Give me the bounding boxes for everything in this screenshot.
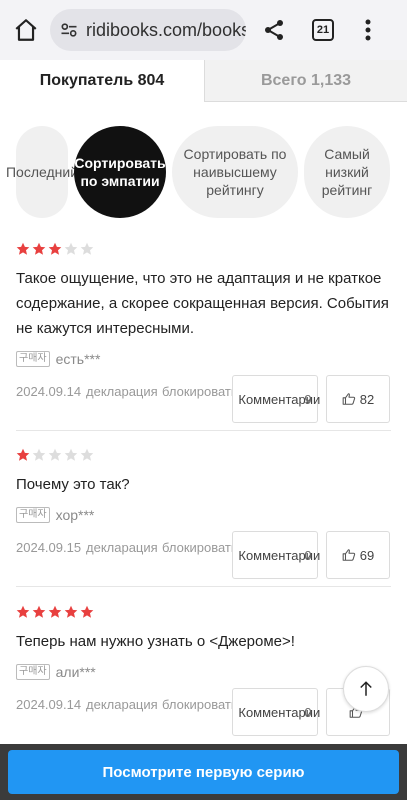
star-rating [16, 448, 391, 462]
sort-highest-rating-chip[interactable]: Сортировать по наивысшему рейтингу [172, 126, 298, 218]
buyer-badge: 구매자 [16, 351, 50, 367]
star-filled-icon [32, 242, 46, 256]
more-vert-icon[interactable] [356, 16, 380, 44]
tab-all[interactable]: Всего 1,133 [204, 60, 407, 102]
site-settings-icon[interactable] [58, 19, 80, 41]
comments-label: Комментарии [238, 547, 321, 563]
home-icon[interactable] [11, 15, 41, 45]
review-text: Почему это так? [16, 476, 130, 493]
comments-button[interactable]: Комментарии 0 [232, 688, 321, 736]
report-link[interactable]: декларация [86, 383, 158, 400]
comments-label: Комментарии [238, 391, 321, 407]
review-text: Такое ощущение, что это не адаптация и н… [16, 270, 389, 337]
star-filled-icon [16, 242, 30, 256]
sort-options: Последний Сортировать по эмпатии Сортиро… [6, 126, 390, 218]
like-count: 69 [359, 547, 375, 563]
review-author: 구매자 есть*** [16, 349, 391, 369]
block-link[interactable]: блокировать [162, 539, 238, 556]
review-item: Такое ощущение, что это не адаптация и н… [16, 242, 391, 423]
star-empty-icon [80, 242, 94, 256]
buyer-badge: 구매자 [16, 507, 50, 523]
like-button[interactable]: 69 [326, 531, 390, 579]
star-filled-icon [16, 448, 30, 462]
review-date: 2024.09.14 [16, 384, 82, 399]
review-item: Теперь нам нужно узнать о <Джероме>! 구매자… [16, 605, 391, 736]
star-empty-icon [64, 242, 78, 256]
scroll-top-button[interactable] [343, 666, 389, 712]
star-filled-icon [64, 605, 78, 619]
report-link[interactable]: декларация [86, 696, 158, 713]
like-count: 82 [359, 391, 375, 407]
comments-button[interactable]: Комментарии 9 [232, 375, 321, 423]
review-date: 2024.09.15 [16, 540, 82, 555]
review-text: Теперь нам нужно узнать о <Джероме>! [16, 633, 295, 650]
thumb-up-icon [342, 393, 355, 405]
tab-buyers[interactable]: Покупатель 804 [0, 60, 204, 102]
share-icon[interactable] [260, 16, 288, 44]
star-empty-icon [32, 448, 46, 462]
review-item: Почему это так? 구매자 хор*** 2024.09.15 де… [16, 448, 391, 579]
buyer-badge: 구매자 [16, 664, 50, 680]
star-filled-icon [16, 605, 30, 619]
comments-count: 0 [304, 704, 312, 720]
comments-count: 0 [304, 547, 312, 563]
review-meta: 2024.09.15 декларация блокировать Коммен… [16, 531, 391, 579]
block-link[interactable]: блокировать [162, 383, 238, 400]
address-url: ridibooks.com/books [86, 19, 246, 40]
review-author: 구매자 хор*** [16, 505, 391, 525]
review-filter-tabs: Покупатель 804 Всего 1,133 [0, 60, 407, 102]
star-empty-icon [80, 448, 94, 462]
star-filled-icon [48, 605, 62, 619]
star-rating [16, 605, 391, 619]
view-first-episode-button[interactable]: Посмотрите первую серию [8, 750, 399, 794]
sort-latest-chip[interactable]: Последний [6, 126, 78, 218]
review-meta: 2024.09.14 декларация блокировать Коммен… [16, 375, 391, 423]
review-author: 구매자 али*** [16, 662, 391, 682]
thumb-up-icon [342, 549, 355, 561]
author-name: хор*** [55, 507, 95, 523]
review-meta: 2024.09.14 декларация блокировать Коммен… [16, 688, 391, 736]
review-date: 2024.09.14 [16, 697, 82, 712]
arrow-up-icon [360, 681, 372, 696]
sort-empathy-chip[interactable]: Сортировать по эмпатии [74, 126, 166, 218]
star-empty-icon [64, 448, 78, 462]
tab-switcher-icon[interactable]: 21 [312, 19, 334, 41]
report-link[interactable]: декларация [86, 539, 158, 556]
author-name: али*** [55, 664, 96, 680]
star-rating [16, 242, 391, 256]
review-divider [16, 430, 391, 431]
comments-label: Комментарии [238, 704, 321, 720]
review-divider [16, 586, 391, 587]
star-filled-icon [48, 242, 62, 256]
like-button[interactable]: 82 [326, 375, 390, 423]
comments-button[interactable]: Комментарии 0 [232, 531, 321, 579]
browser-toolbar: ridibooks.com/books 21 [0, 0, 407, 60]
address-bar[interactable]: ridibooks.com/books [50, 9, 246, 51]
star-filled-icon [32, 605, 46, 619]
comments-count: 9 [304, 391, 312, 407]
sort-lowest-rating-chip[interactable]: Самый низкий рейтинг [304, 126, 390, 218]
star-filled-icon [80, 605, 94, 619]
author-name: есть*** [55, 351, 101, 367]
block-link[interactable]: блокировать [162, 696, 238, 713]
star-empty-icon [48, 448, 62, 462]
